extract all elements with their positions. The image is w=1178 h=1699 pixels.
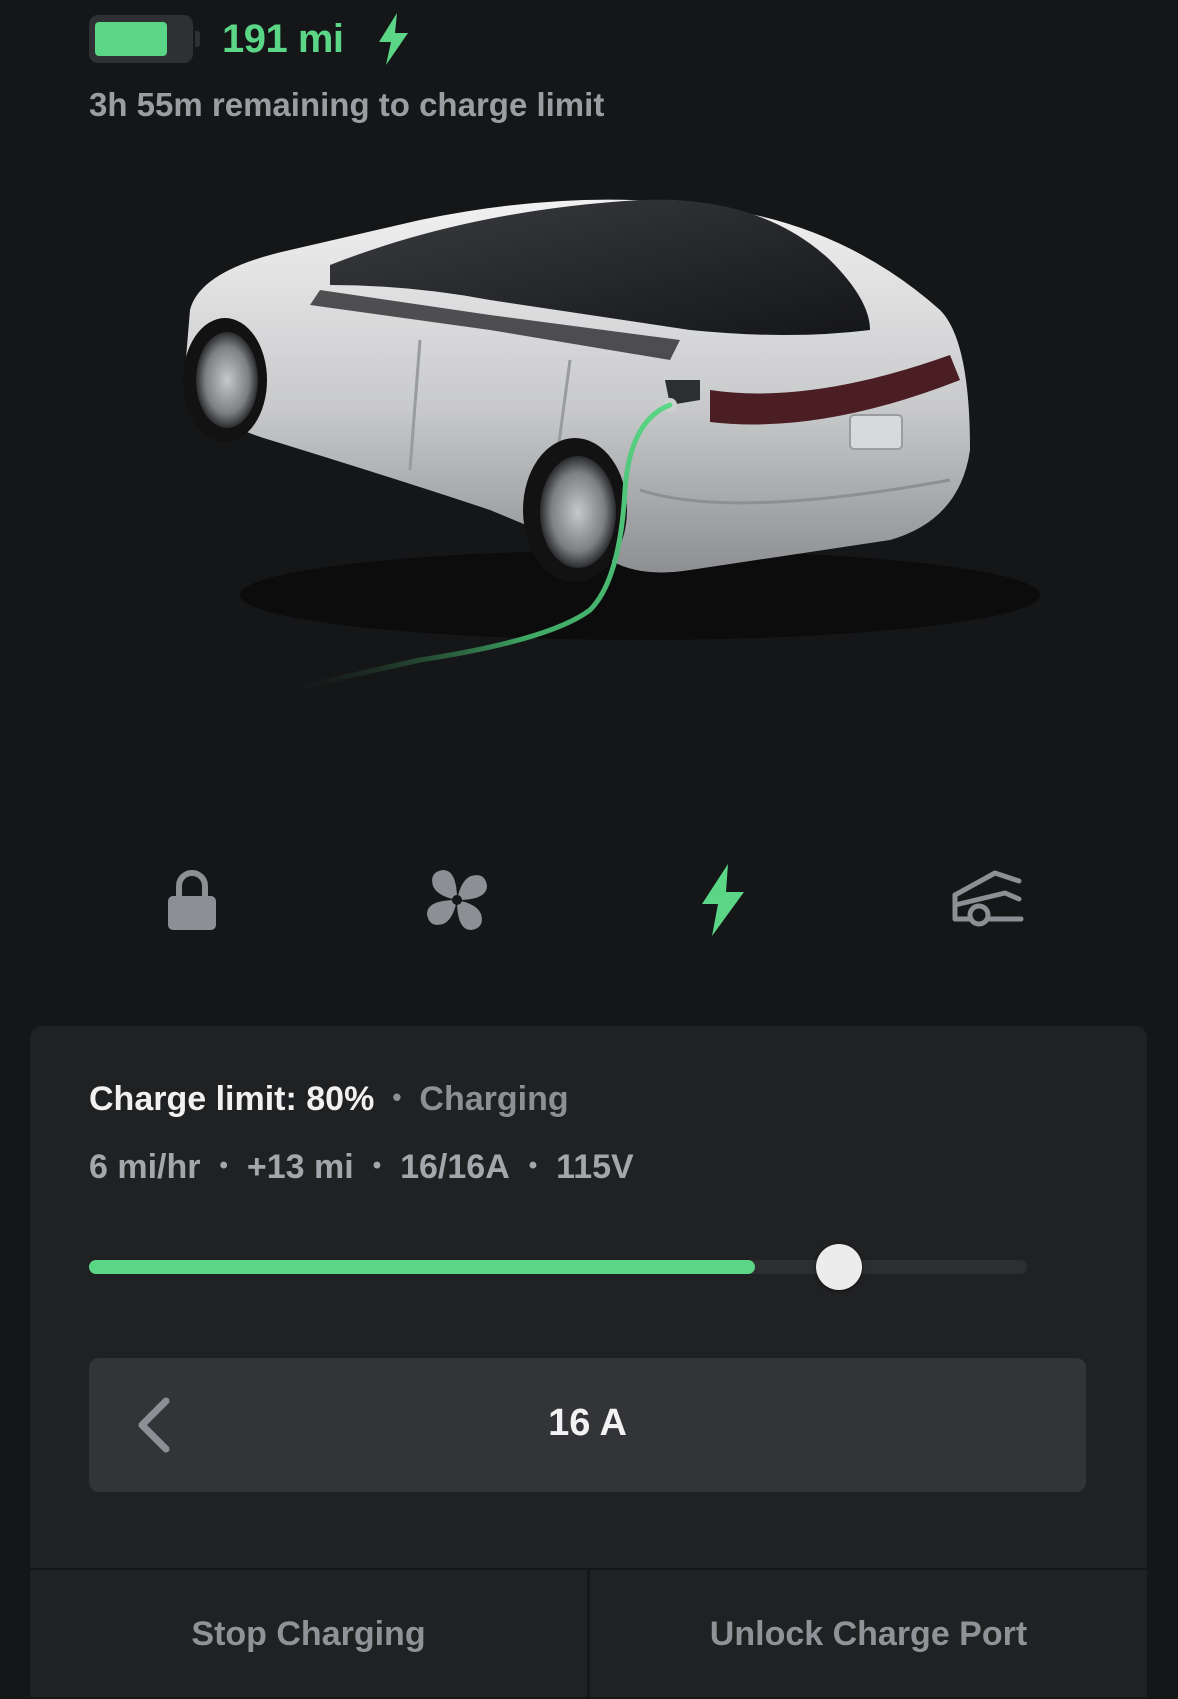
charge-button[interactable] [680, 858, 764, 942]
charging-state-text: Charging [419, 1080, 569, 1118]
stop-charging-button[interactable]: Stop Charging [30, 1570, 587, 1699]
unlock-charge-port-button[interactable]: Unlock Charge Port [587, 1570, 1147, 1699]
range-text: 191 mi [222, 16, 344, 61]
car-image [183, 199, 1040, 693]
amperage-value: 16 A [548, 1402, 627, 1444]
lock-icon [168, 870, 216, 930]
time-remaining-text: 3h 55m remaining to charge limit [89, 86, 605, 123]
charge-limit-slider[interactable] [89, 1244, 1027, 1290]
fan-icon [427, 870, 487, 930]
amperage-stepper: 16 A [89, 1358, 1086, 1492]
current-text: 16/16A [400, 1148, 510, 1186]
frunk-button[interactable] [945, 858, 1029, 942]
charge-limit-text: Charge limit: 80% [89, 1080, 375, 1118]
charge-rate-text: 6 mi/hr [89, 1148, 201, 1186]
range-added-text: +13 mi [246, 1148, 354, 1186]
current-charge-fill [89, 1260, 755, 1274]
battery-icon [89, 15, 200, 63]
charging-panel: Charge limit: 80% • Charging 6 mi/hr • +13 m… [30, 1026, 1147, 1699]
voltage-text: 115V [556, 1148, 634, 1186]
charge-limit-handle[interactable] [816, 1244, 863, 1290]
charging-bolt-icon [378, 13, 408, 65]
climate-button[interactable] [415, 858, 499, 942]
charge-summary: Charge limit: 80% • Charging [89, 1080, 569, 1118]
charge-bolt-icon [702, 864, 744, 936]
charging-stats: 6 mi/hr • +13 mi • 16/16A • 115V [89, 1148, 634, 1186]
quick-actions [0, 858, 1178, 942]
frunk-icon [952, 870, 1024, 927]
charge-actions: Stop Charging Unlock Charge Port [30, 1568, 1147, 1699]
battery-level-fill [95, 22, 167, 56]
lock-button[interactable] [150, 858, 234, 942]
battery-status: 191 mi [89, 10, 411, 68]
